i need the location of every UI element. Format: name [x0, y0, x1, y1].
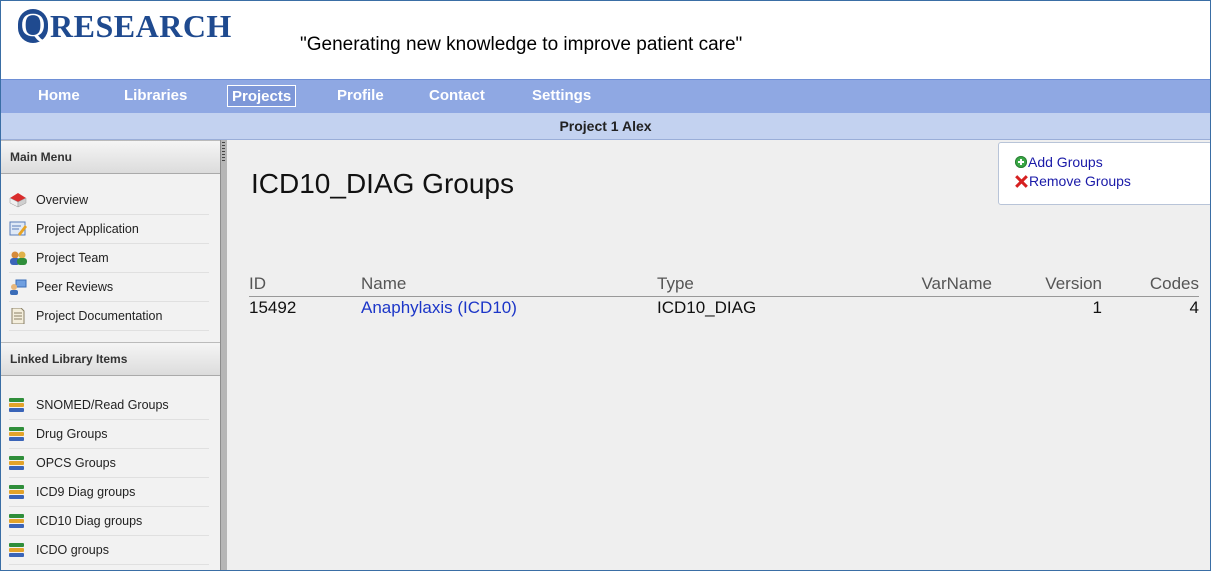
logo-text: RESEARCH: [50, 8, 232, 44]
sidebar-item-label: OPCS Groups: [36, 456, 116, 470]
books-icon: [9, 485, 27, 499]
column-header-varname: VarName: [921, 274, 992, 293]
sidebar-item-label: Overview: [36, 193, 89, 207]
sidebar-item-snomed-read-groups[interactable]: SNOMED/Read Groups: [9, 391, 209, 420]
nav-projects[interactable]: Projects: [227, 85, 297, 107]
add-groups-label: Add Groups: [1028, 154, 1103, 170]
sidebar-item-label: ICD9 Diag groups: [36, 485, 136, 499]
sidebar-item-label: ICD10 Diag groups: [36, 514, 143, 528]
header-divider: [249, 296, 1199, 297]
books-icon: [9, 456, 27, 470]
sidebar-item-project-documentation[interactable]: Project Documentation: [9, 302, 209, 331]
sidebar-item-label: ICDO groups: [36, 543, 109, 557]
add-icon: [1015, 156, 1027, 168]
cell-version: 1: [1092, 298, 1102, 317]
sidebar-item-icd10-diag-groups[interactable]: ICD10 Diag groups: [9, 507, 209, 536]
column-header-type: Type: [657, 274, 694, 293]
grip-icon: [222, 142, 225, 162]
sidebar-resize-handle[interactable]: [220, 140, 227, 570]
column-header-name: Name: [361, 274, 407, 293]
main-menu-list: Overview Project Application Project Tea…: [1, 186, 220, 331]
tagline: "Generating new knowledge to improve pat…: [300, 34, 743, 55]
sidebar-item-project-application[interactable]: Project Application: [9, 215, 209, 244]
sidebar-item-overview[interactable]: Overview: [9, 186, 209, 215]
nav-libraries[interactable]: Libraries: [121, 85, 190, 107]
add-groups-link[interactable]: Add Groups: [1015, 154, 1103, 170]
sidebar-item-label: Project Application: [36, 222, 139, 236]
overview-icon: [9, 192, 27, 208]
page-title: ICD10_DIAG Groups: [251, 168, 514, 199]
main-content: ICD10_DIAG Groups Add Groups Remove Grou…: [227, 140, 1210, 570]
column-header-version: Version: [1045, 274, 1102, 293]
app-window: Q RESEARCH "Generating new knowledge to …: [0, 0, 1211, 571]
books-icon: [9, 514, 27, 528]
linked-library-heading: Linked Library Items: [1, 342, 220, 376]
sidebar-item-icd9-diag-groups[interactable]: ICD9 Diag groups: [9, 478, 209, 507]
sidebar-item-project-team[interactable]: Project Team: [9, 244, 209, 273]
sidebar-item-opcs-groups[interactable]: OPCS Groups: [9, 449, 209, 478]
nav-profile[interactable]: Profile: [334, 85, 387, 107]
sidebar-item-label: Peer Reviews: [36, 280, 114, 294]
main-nav: Home Libraries Projects Profile Contact …: [1, 79, 1210, 114]
cell-id: 15492: [249, 298, 297, 317]
cell-type: ICD10_DIAG: [657, 298, 757, 317]
team-icon: [9, 250, 27, 266]
nav-home[interactable]: Home: [35, 85, 83, 107]
sidebar-item-label: Project Team: [36, 251, 109, 265]
cell-name-link[interactable]: Anaphylaxis (ICD10): [361, 298, 517, 318]
remove-groups-link[interactable]: Remove Groups: [1015, 173, 1131, 189]
column-header-codes: Codes: [1149, 274, 1199, 293]
cell-codes: 4: [1189, 298, 1199, 317]
nav-contact[interactable]: Contact: [426, 85, 488, 107]
sidebar-item-label: SNOMED/Read Groups: [36, 398, 169, 412]
column-header-id: ID: [249, 274, 266, 293]
qresearch-logo[interactable]: Q RESEARCH: [18, 3, 232, 43]
books-icon: [9, 543, 27, 557]
sidebar-item-icdo-groups[interactable]: ICDO groups: [9, 536, 209, 565]
remove-icon: [1015, 175, 1028, 188]
logo-q-mark: Q: [18, 9, 48, 43]
linked-library-list: SNOMED/Read Groups Drug Groups OPCS Grou…: [1, 391, 220, 565]
application-icon: [9, 221, 27, 237]
books-icon: [9, 427, 27, 441]
site-header: Q RESEARCH "Generating new knowledge to …: [1, 1, 1210, 79]
sidebar-item-drug-groups[interactable]: Drug Groups: [9, 420, 209, 449]
project-title-bar: Project 1 Alex: [1, 113, 1210, 140]
sidebar-item-peer-reviews[interactable]: Peer Reviews: [9, 273, 209, 302]
sidebar-item-label: Drug Groups: [36, 427, 108, 441]
sidebar: Main Menu Overview Project Application P…: [1, 140, 220, 570]
books-icon: [9, 398, 27, 412]
document-icon: [9, 307, 27, 325]
remove-groups-label: Remove Groups: [1029, 173, 1131, 189]
peer-review-icon: [9, 279, 27, 295]
nav-settings[interactable]: Settings: [529, 85, 594, 107]
group-actions-panel: Add Groups Remove Groups: [998, 142, 1210, 205]
main-menu-heading: Main Menu: [1, 140, 220, 174]
sidebar-item-label: Project Documentation: [36, 309, 163, 323]
